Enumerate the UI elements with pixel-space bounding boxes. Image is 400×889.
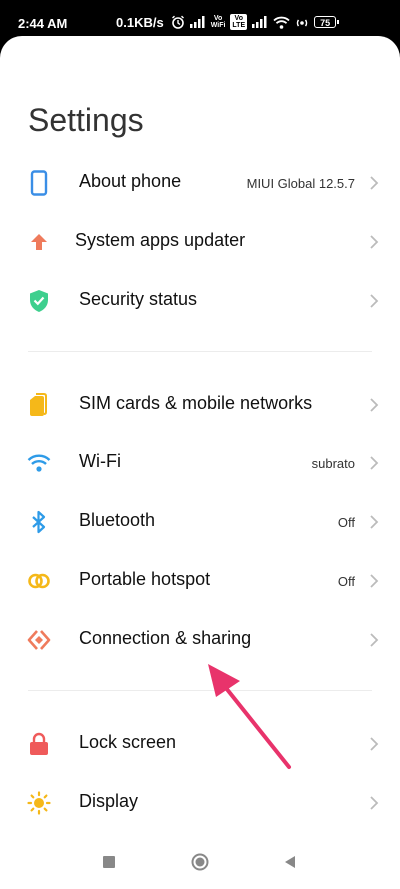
settings-item-wifi[interactable]: Wi-Fi subrato <box>0 436 400 492</box>
volte-bottom: LTE <box>232 22 246 29</box>
recents-square-icon[interactable] <box>102 855 116 869</box>
signal-icon-2 <box>252 16 267 28</box>
sim-card-icon <box>30 393 47 416</box>
signal-icon <box>189 16 205 28</box>
volte-icon: Vo LTE <box>230 14 248 30</box>
settings-item-portable-hotspot[interactable]: Portable hotspot Off <box>0 554 400 610</box>
battery-icon: 75 <box>314 16 340 28</box>
settings-item-value: Off <box>337 574 355 589</box>
status-time: 2:44 AM <box>18 16 68 31</box>
settings-item-about-phone[interactable]: About phone MIUI Global 12.5.7 <box>0 156 400 212</box>
status-icons: 0.1KB/s Vo WiFi Vo LTE 75 <box>116 14 340 30</box>
wifi-status-icon <box>273 16 290 29</box>
wifi-icon <box>27 454 51 472</box>
home-circle-icon[interactable] <box>191 853 209 871</box>
settings-item-label: Wi-Fi <box>79 451 121 471</box>
settings-item-label: SIM cards & mobile networks <box>79 393 313 413</box>
settings-item-connection-sharing[interactable]: Connection & sharing <box>0 613 400 669</box>
settings-item-label: Connection & sharing <box>79 628 252 648</box>
settings-item-display[interactable]: Display <box>0 776 400 832</box>
connection-sharing-icon <box>27 630 51 650</box>
alarm-icon <box>171 15 184 29</box>
vo-wifi-top: Vo <box>213 15 223 22</box>
settings-item-value: MIUI Global 12.5.7 <box>246 176 355 191</box>
settings-item-value: subrato <box>311 456 355 471</box>
chevron-right-icon <box>370 737 379 751</box>
hotspot-status-icon <box>296 19 308 26</box>
sun-icon <box>27 791 51 815</box>
up-arrow-icon <box>31 234 47 250</box>
chevron-right-icon <box>370 633 379 647</box>
chevron-right-icon <box>370 294 379 308</box>
navigation-bar <box>0 836 400 889</box>
settings-item-bluetooth[interactable]: Bluetooth Off <box>0 495 400 551</box>
section-divider <box>28 351 372 352</box>
section-divider <box>28 690 372 691</box>
settings-item-label: Lock screen <box>79 732 177 752</box>
settings-item-system-apps-updater[interactable]: System apps updater <box>0 215 400 271</box>
hotspot-icon <box>28 573 50 589</box>
chevron-right-icon <box>370 398 379 412</box>
lock-icon <box>30 732 48 755</box>
chevron-right-icon <box>370 456 379 470</box>
status-bar: 2:44 AM 0.1KB/s Vo WiFi Vo LTE 75 <box>0 0 400 36</box>
settings-item-lock-screen[interactable]: Lock screen <box>0 717 400 773</box>
settings-item-security-status[interactable]: Security status <box>0 274 400 330</box>
network-speed: 0.1KB/s <box>116 14 164 30</box>
chevron-right-icon <box>370 796 379 810</box>
settings-item-label: Portable hotspot <box>79 569 211 589</box>
settings-item-label: Display <box>79 791 139 811</box>
settings-item-value: Off <box>337 515 355 530</box>
chevron-right-icon <box>370 176 379 190</box>
back-triangle-icon[interactable] <box>283 855 297 869</box>
chevron-right-icon <box>370 515 379 529</box>
settings-item-label: About phone <box>79 171 182 191</box>
shield-check-icon <box>30 290 48 312</box>
settings-item-sim-cards[interactable]: SIM cards & mobile networks <box>0 378 400 434</box>
vo-wifi-bottom: WiFi <box>210 22 226 29</box>
settings-item-label: System apps updater <box>75 230 246 250</box>
volte-top: Vo <box>234 15 243 22</box>
phone-icon <box>30 170 48 196</box>
page-title: Settings <box>28 102 144 138</box>
vo-wifi-icon: Vo WiFi <box>211 15 226 29</box>
settings-item-label: Bluetooth <box>79 510 156 530</box>
chevron-right-icon <box>370 235 379 249</box>
settings-item-label: Security status <box>79 289 198 309</box>
chevron-right-icon <box>370 574 379 588</box>
bluetooth-icon <box>32 510 46 534</box>
